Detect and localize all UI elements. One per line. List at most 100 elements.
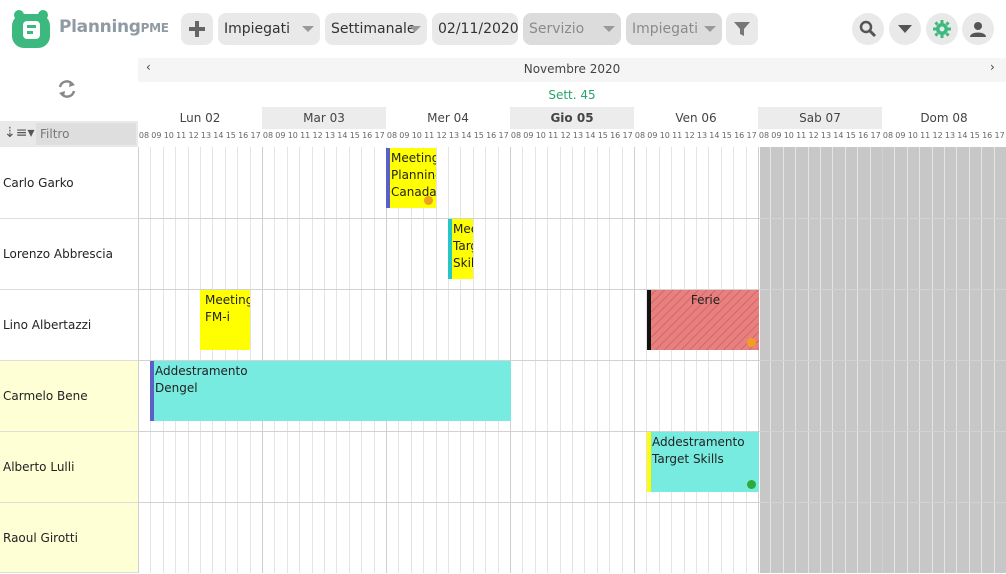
hour-label: 09 bbox=[399, 131, 410, 140]
refresh-icon[interactable] bbox=[56, 78, 78, 100]
sort-icon[interactable]: ⇣≡▾ bbox=[4, 125, 35, 141]
hour-label: 10 bbox=[659, 131, 670, 140]
hour-label: 17 bbox=[498, 131, 509, 140]
event-addestramento-dengel[interactable]: Addestramento Dengel bbox=[150, 361, 511, 421]
date-value: 02/11/2020 bbox=[438, 21, 519, 37]
resource-row[interactable]: Raoul Girotti bbox=[0, 503, 138, 573]
schedule-grid[interactable] bbox=[138, 147, 1006, 573]
hour-label: 09 bbox=[771, 131, 782, 140]
day-header[interactable]: Dom 08 bbox=[882, 107, 1006, 129]
resource-row[interactable]: Carmelo Bene bbox=[0, 361, 138, 432]
hour-label: 14 bbox=[709, 131, 720, 140]
hour-label: 11 bbox=[300, 131, 311, 140]
hour-label: 16 bbox=[238, 131, 249, 140]
hour-label: 17 bbox=[374, 131, 385, 140]
user-icon bbox=[970, 22, 986, 37]
hour-label: 11 bbox=[920, 131, 931, 140]
event-line: Skills bbox=[453, 256, 473, 270]
event-line: Target bbox=[453, 239, 473, 253]
hour-label: 11 bbox=[672, 131, 683, 140]
event-meeting-fm-i[interactable]: Meeting FM-i bbox=[200, 290, 250, 350]
event-color-bar bbox=[448, 219, 452, 279]
chevron-down-icon bbox=[603, 26, 615, 32]
hour-label: 12 bbox=[188, 131, 199, 140]
event-meeting-target-skills[interactable]: Meeting Target Skills bbox=[448, 219, 473, 279]
filter-button[interactable] bbox=[726, 13, 758, 45]
day-header[interactable]: Gio 05 bbox=[510, 107, 634, 129]
day-header[interactable]: Lun 02 bbox=[138, 107, 262, 129]
event-addestramento-target-skills[interactable]: Addestramento Target Skills bbox=[647, 432, 759, 492]
hour-label: 13 bbox=[572, 131, 584, 140]
sun-icon bbox=[747, 338, 756, 347]
brand-name: PlanningPME bbox=[59, 17, 169, 37]
hour-label: 09 bbox=[647, 131, 658, 140]
period-dropdown[interactable]: Settimanale bbox=[325, 13, 427, 45]
add-button[interactable] bbox=[181, 13, 213, 45]
hour-label: 11 bbox=[176, 131, 187, 140]
event-color-bar bbox=[647, 432, 651, 492]
gear-icon bbox=[933, 20, 951, 38]
filter-input[interactable]: Filtro bbox=[36, 123, 136, 145]
grid-row-line bbox=[138, 502, 1006, 503]
chevron-down-icon bbox=[704, 26, 716, 32]
menu-dropdown-button[interactable] bbox=[889, 13, 921, 45]
event-line: Target Skills bbox=[652, 452, 724, 466]
event-line: Meeting bbox=[453, 222, 473, 236]
hour-label: 12 bbox=[932, 131, 943, 140]
event-meeting-planning-canada[interactable]: Meeting Planning Canada bbox=[386, 148, 436, 208]
event-ferie[interactable]: Ferie bbox=[647, 290, 759, 350]
brand-title: Planning bbox=[59, 17, 141, 37]
settings-button[interactable] bbox=[926, 13, 958, 45]
resource-row[interactable]: Alberto Lulli bbox=[0, 432, 138, 503]
hour-label: 17 bbox=[746, 131, 757, 140]
hour-label: 13 bbox=[448, 131, 460, 140]
event-line: Ferie bbox=[690, 293, 721, 307]
day-header[interactable]: Ven 06 bbox=[634, 107, 758, 129]
hour-label: 14 bbox=[833, 131, 844, 140]
triangle-down-icon bbox=[898, 25, 912, 33]
hour-label: 08 bbox=[386, 131, 398, 140]
day-header[interactable]: Sab 07 bbox=[758, 107, 882, 129]
view-employees-dropdown[interactable]: Impiegati bbox=[218, 13, 320, 45]
month-label: Novembre 2020 bbox=[523, 62, 621, 76]
hour-label: 14 bbox=[957, 131, 968, 140]
event-color-bar bbox=[386, 148, 390, 208]
hour-label: 11 bbox=[796, 131, 807, 140]
resource-row[interactable]: Lino Albertazzi bbox=[0, 290, 138, 361]
hour-label: 08 bbox=[758, 131, 770, 140]
week-label: Sett. 45 bbox=[548, 88, 596, 102]
day-header[interactable]: Mer 04 bbox=[386, 107, 510, 129]
hour-label: 15 bbox=[225, 131, 236, 140]
hour-label: 15 bbox=[349, 131, 360, 140]
chevron-down-icon bbox=[409, 26, 421, 32]
day-header[interactable]: Mar 03 bbox=[262, 107, 386, 129]
resource-row[interactable]: Lorenzo Abbrescia bbox=[0, 219, 138, 290]
hour-label: 14 bbox=[461, 131, 472, 140]
resource-row[interactable]: Carlo Garko bbox=[0, 148, 138, 219]
hour-label: 09 bbox=[275, 131, 286, 140]
hour-label: 13 bbox=[820, 131, 832, 140]
period-value: Settimanale bbox=[331, 21, 416, 37]
resource-name: Lorenzo Abbrescia bbox=[3, 247, 113, 261]
resource-name: Carmelo Bene bbox=[3, 389, 88, 403]
resource-name: Raoul Girotti bbox=[3, 531, 78, 545]
hour-label: 10 bbox=[287, 131, 298, 140]
service-dropdown[interactable]: Servizio bbox=[523, 13, 621, 45]
user-button[interactable] bbox=[962, 13, 994, 45]
hour-label: 08 bbox=[262, 131, 274, 140]
hour-label: 10 bbox=[411, 131, 422, 140]
chevron-down-icon bbox=[302, 26, 314, 32]
date-field[interactable]: 02/11/2020 bbox=[432, 13, 519, 45]
employees-filter-dropdown[interactable]: Impiegati bbox=[626, 13, 722, 45]
hour-label: 15 bbox=[721, 131, 732, 140]
search-button[interactable] bbox=[852, 13, 884, 45]
employees-placeholder: Impiegati bbox=[632, 21, 699, 37]
hour-label: 11 bbox=[424, 131, 435, 140]
hour-label: 16 bbox=[362, 131, 373, 140]
view-employees-value: Impiegati bbox=[224, 21, 291, 37]
event-color-bar bbox=[647, 290, 651, 350]
hour-label: 15 bbox=[845, 131, 856, 140]
hour-label: 09 bbox=[895, 131, 906, 140]
resource-name: Lino Albertazzi bbox=[3, 318, 92, 332]
event-color-bar bbox=[150, 361, 154, 421]
